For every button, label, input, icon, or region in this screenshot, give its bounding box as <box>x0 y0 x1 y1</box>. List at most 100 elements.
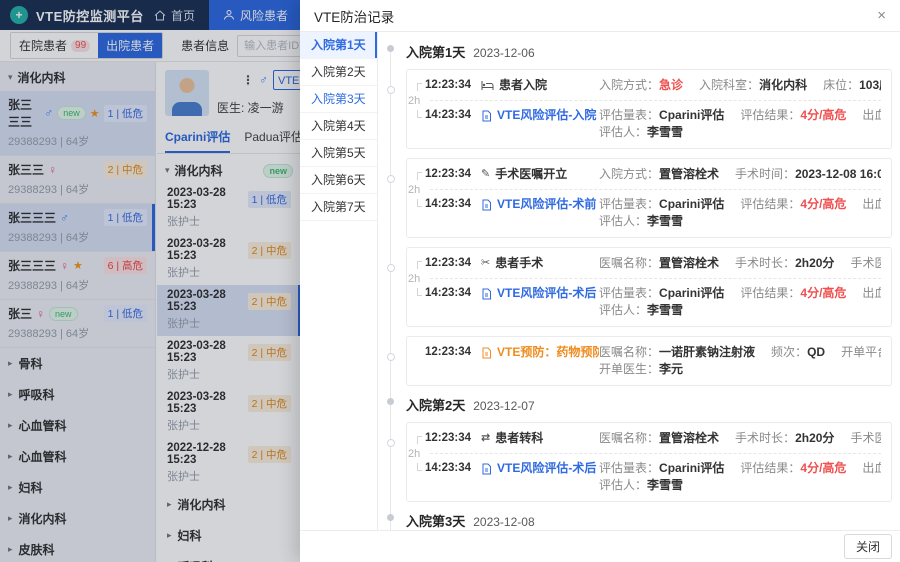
transfer-icon: ⇄ <box>481 433 490 444</box>
file-icon <box>481 347 492 359</box>
field-value: 4分/高危 <box>800 286 846 300</box>
bed-icon <box>481 80 494 91</box>
field-label: 出血评估 <box>862 461 881 475</box>
pencil-icon: ✎ <box>481 169 490 180</box>
day-section-header: 入院第1天 2023-12-06 <box>406 42 892 61</box>
day-menu-item-7[interactable]: 入院第7天 <box>300 194 377 221</box>
event-time: 14:23:34 <box>425 107 471 124</box>
scissors-icon: ✂ <box>481 258 490 269</box>
field-label: 入院方式 <box>599 167 659 181</box>
field-label: 评估结果 <box>740 286 800 300</box>
field-value: 李雪雪 <box>647 125 683 139</box>
event-title: VTE预防：药物预防 <box>497 344 599 361</box>
drawer-title: VTE防治记录 <box>314 6 394 26</box>
event-time: 12:23:34 <box>425 255 471 272</box>
field-label: 手术医生 <box>850 256 881 270</box>
field-label: 医嘱名称 <box>599 345 659 359</box>
vte-timeline: 入院第1天 2023-12-06 12:23:34 患者入院 入院方式急诊 入院… <box>378 32 900 530</box>
event-title: 手术医嘱开立 <box>495 166 567 183</box>
event-title: 患者手术 <box>495 255 543 272</box>
field-label: 评估量表 <box>599 286 659 300</box>
field-value: 置管溶栓术 <box>659 167 719 181</box>
event-title: VTE风险评估-术后 <box>497 460 596 477</box>
timeline-card-prophylaxis: 12:23:34 VTE预防：药物预防 医嘱名称一诺肝素钠注射液 频次QD 开单… <box>406 336 892 386</box>
field-value: 一诺肝素钠注射液 <box>659 345 755 359</box>
close-drawer-button[interactable]: 关闭 <box>844 534 892 559</box>
time-gap-label: 2h <box>408 448 430 460</box>
field-value: 2h20分 <box>795 431 834 445</box>
event-title: VTE风险评估-入院 <box>497 107 596 124</box>
time-gap-label: 2h <box>408 184 430 196</box>
field-value: 李元 <box>659 362 683 376</box>
file-icon <box>481 463 492 475</box>
field-label: 出血评估 <box>862 286 881 300</box>
field-label: 评估量表 <box>599 461 659 475</box>
field-label: 评估人 <box>599 125 647 139</box>
day-date: 2023-12-06 <box>473 46 534 60</box>
vte-record-drawer: VTE防治记录 × 入院第1天 入院第2天 入院第3天 入院第4天 入院第5天 … <box>300 0 900 562</box>
field-value: 置管溶栓术 <box>659 431 719 445</box>
day-label: 入院第2天 <box>406 395 465 414</box>
day-section-header: 入院第2天 2023-12-07 <box>406 395 892 414</box>
vte-assessment-link[interactable]: VTE风险评估-术后 <box>481 460 599 477</box>
vte-assessment-link[interactable]: VTE风险评估-术前 <box>481 196 599 213</box>
timeline-card-surgery: 12:23:34 ✂患者手术 医嘱名称置管溶栓术 手术时长2h20分 手术医生张… <box>406 247 892 327</box>
vte-assessment-link[interactable]: VTE风险评估-术后 <box>481 285 599 302</box>
timeline-card-transfer: 12:23:34 ⇄患者转科 医嘱名称置管溶栓术 手术时长2h20分 手术医生张… <box>406 422 892 502</box>
field-value: 消化内科 <box>759 78 807 92</box>
event-title: VTE风险评估-术后 <box>497 285 596 302</box>
field-label: 评估结果 <box>740 108 800 122</box>
field-label: 评估人 <box>599 214 647 228</box>
day-menu-item-2[interactable]: 入院第2天 <box>300 59 377 86</box>
field-label: 手术时长 <box>735 431 795 445</box>
field-label: 出血评估 <box>862 197 881 211</box>
timeline-card-surgery-order: 12:23:34 ✎手术医嘱开立 入院方式置管溶栓术 手术时间2023-12-0… <box>406 158 892 238</box>
field-label: 入院方式 <box>599 78 659 92</box>
day-label: 入院第3天 <box>406 511 465 530</box>
field-value: 4分/高危 <box>800 461 846 475</box>
field-label: 评估量表 <box>599 197 659 211</box>
event-time: 14:23:34 <box>425 285 471 302</box>
day-date: 2023-12-07 <box>473 399 534 413</box>
field-label: 入院科室 <box>699 78 759 92</box>
time-gap-label: 2h <box>408 95 430 107</box>
day-menu: 入院第1天 入院第2天 入院第3天 入院第4天 入院第5天 入院第6天 入院第7… <box>300 32 378 530</box>
time-gap-label: 2h <box>408 273 430 285</box>
field-value: Cparini评估 <box>659 286 724 300</box>
field-value: 4分/高危 <box>800 197 846 211</box>
vte-assessment-link[interactable]: VTE风险评估-入院 <box>481 107 599 124</box>
timeline-card-admission: 12:23:34 患者入院 入院方式急诊 入院科室消化内科 床位103床 责任医… <box>406 69 892 149</box>
event-time: 12:23:34 <box>425 430 471 447</box>
field-label: 评估人 <box>599 478 647 492</box>
field-value: 急诊 <box>659 78 683 92</box>
day-menu-item-6[interactable]: 入院第6天 <box>300 167 377 194</box>
file-icon <box>481 288 492 300</box>
day-label: 入院第1天 <box>406 42 465 61</box>
close-icon[interactable]: × <box>877 8 886 23</box>
field-label: 频次 <box>771 345 807 359</box>
event-title: 患者入院 <box>499 77 547 94</box>
field-value: Cparini评估 <box>659 108 724 122</box>
field-label: 开单平台 <box>841 345 881 359</box>
event-title: VTE风险评估-术前 <box>497 196 596 213</box>
field-label: 床位 <box>823 78 859 92</box>
day-menu-item-4[interactable]: 入院第4天 <box>300 113 377 140</box>
field-label: 手术时间 <box>735 167 795 181</box>
event-time: 12:23:34 <box>425 166 471 183</box>
field-value: 103床 <box>859 78 881 92</box>
field-value: 置管溶栓术 <box>659 256 719 270</box>
day-date: 2023-12-08 <box>473 515 534 529</box>
day-menu-item-3[interactable]: 入院第3天 <box>300 86 377 113</box>
field-label: 医嘱名称 <box>599 256 659 270</box>
field-label: 评估量表 <box>599 108 659 122</box>
field-label: 评估人 <box>599 303 647 317</box>
day-menu-item-1[interactable]: 入院第1天 <box>300 32 377 59</box>
day-menu-item-5[interactable]: 入院第5天 <box>300 140 377 167</box>
file-icon <box>481 199 492 211</box>
field-label: 出血评估 <box>862 108 881 122</box>
day-section-header: 入院第3天 2023-12-08 <box>406 511 892 530</box>
field-label: 医嘱名称 <box>599 431 659 445</box>
field-value: QD <box>807 345 825 359</box>
event-time: 14:23:34 <box>425 460 471 477</box>
event-time: 14:23:34 <box>425 196 471 213</box>
